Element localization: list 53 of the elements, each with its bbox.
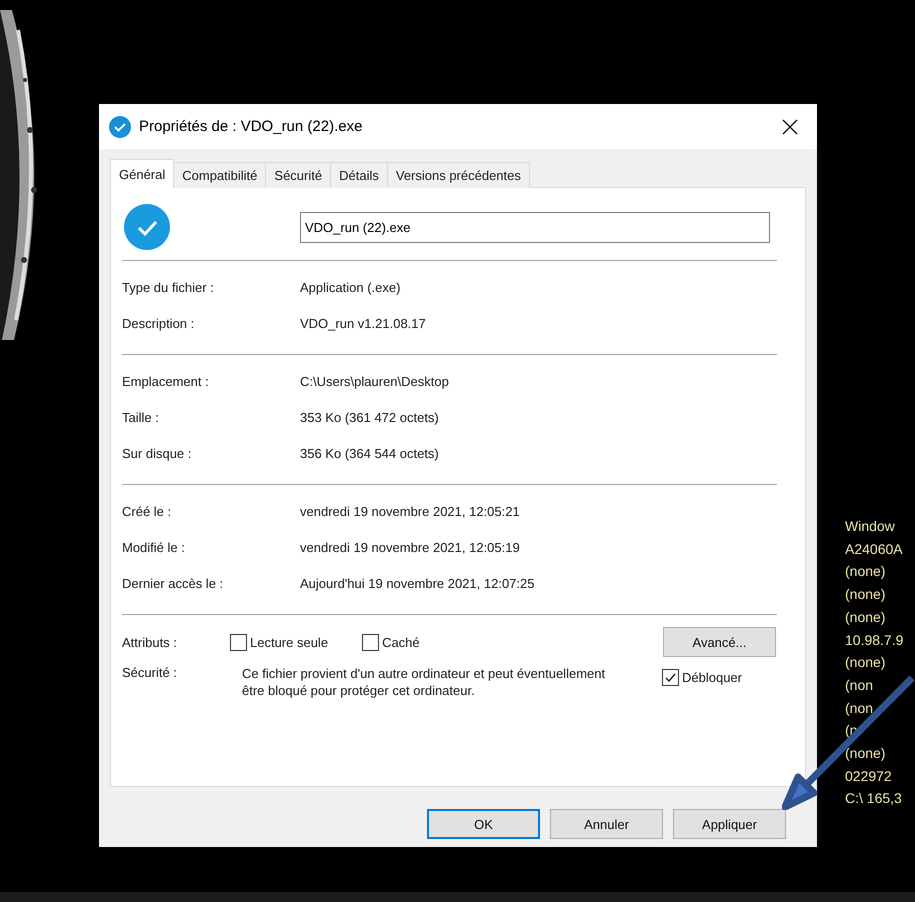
security-text: Ce fichier provient d'un autre ordinateur et peut éventuellement être bloqué pour protéger cet ordinateur. [242, 665, 606, 699]
property-value: vendredi 19 novembre 2021, 12:05:21 [300, 504, 520, 518]
property-label: Attributs : [122, 634, 178, 650]
dialog-button[interactable]: OK [427, 809, 540, 839]
desktop-text: (non [845, 676, 874, 695]
tab[interactable]: Compatibilité [173, 162, 266, 188]
property-value: Aujourd'hui 19 novembre 2021, 12:07:25 [300, 576, 534, 590]
property-label: Emplacement : [122, 374, 210, 388]
property-label: Sur disque : [122, 446, 192, 460]
checkbox[interactable] [230, 634, 247, 650]
checkbox-label: Caché [382, 634, 420, 650]
desktop-text: (none) [845, 744, 886, 764]
property-value: 356 Ko (364 544 octets) [300, 446, 439, 460]
property-label: Dernier accès le : [122, 576, 224, 590]
checkbox-label: Débloquer [682, 670, 742, 685]
check-icon [124, 204, 170, 250]
desktop-text: (none) [845, 585, 886, 604]
property-value: Application (.exe) [300, 280, 400, 294]
tab[interactable]: Général [110, 159, 174, 188]
property-value: VDO_run v1.21.08.17 [300, 316, 426, 330]
property-label: Type du fichier : [122, 280, 215, 294]
check-icon [109, 116, 131, 138]
dialog-button[interactable]: Appliquer [673, 809, 786, 839]
desktop-text: (none) [845, 653, 886, 672]
checkbox[interactable] [662, 669, 679, 686]
tab[interactable]: Versions précédentes [386, 162, 530, 188]
property-value: 353 Ko (361 472 octets) [300, 410, 439, 424]
file-name-field[interactable]: VDO_run (22).exe [300, 212, 770, 242]
property-label: Modifié le : [122, 540, 186, 554]
tab[interactable]: Sécurité [265, 162, 332, 188]
arrow-icon [782, 675, 915, 810]
window-title: Propriétés de : VDO_run (22).exe [139, 118, 364, 135]
desktop-text: A24060A [845, 540, 904, 559]
property-value: C:\Users\plauren\Desktop [300, 374, 449, 388]
desktop-text: (non [845, 698, 874, 718]
advanced-button[interactable]: Avancé... [663, 627, 776, 657]
checkbox-label: Lecture seule [250, 634, 328, 650]
desktop-text: Window [845, 517, 896, 536]
property-value: vendredi 19 novembre 2021, 12:05:19 [300, 540, 520, 554]
close-icon [782, 118, 798, 134]
tab[interactable]: Détails [330, 162, 388, 188]
desktop-text: 022972 [845, 766, 893, 786]
property-label: Créé le : [122, 504, 172, 518]
desktop-text: 10.98.7.9 [845, 630, 904, 650]
checkbox[interactable] [362, 634, 380, 650]
property-label: Description : [122, 316, 196, 330]
desktop-text: C:\ 165,3 [845, 789, 903, 808]
desktop-text: (none) [845, 608, 886, 627]
property-label: Taille : [122, 410, 160, 424]
desktop-text: (none) [845, 562, 886, 582]
dialog-button[interactable]: Annuler [550, 809, 663, 839]
checkmark-icon [664, 671, 677, 684]
property-label: Sécurité : [122, 665, 178, 680]
